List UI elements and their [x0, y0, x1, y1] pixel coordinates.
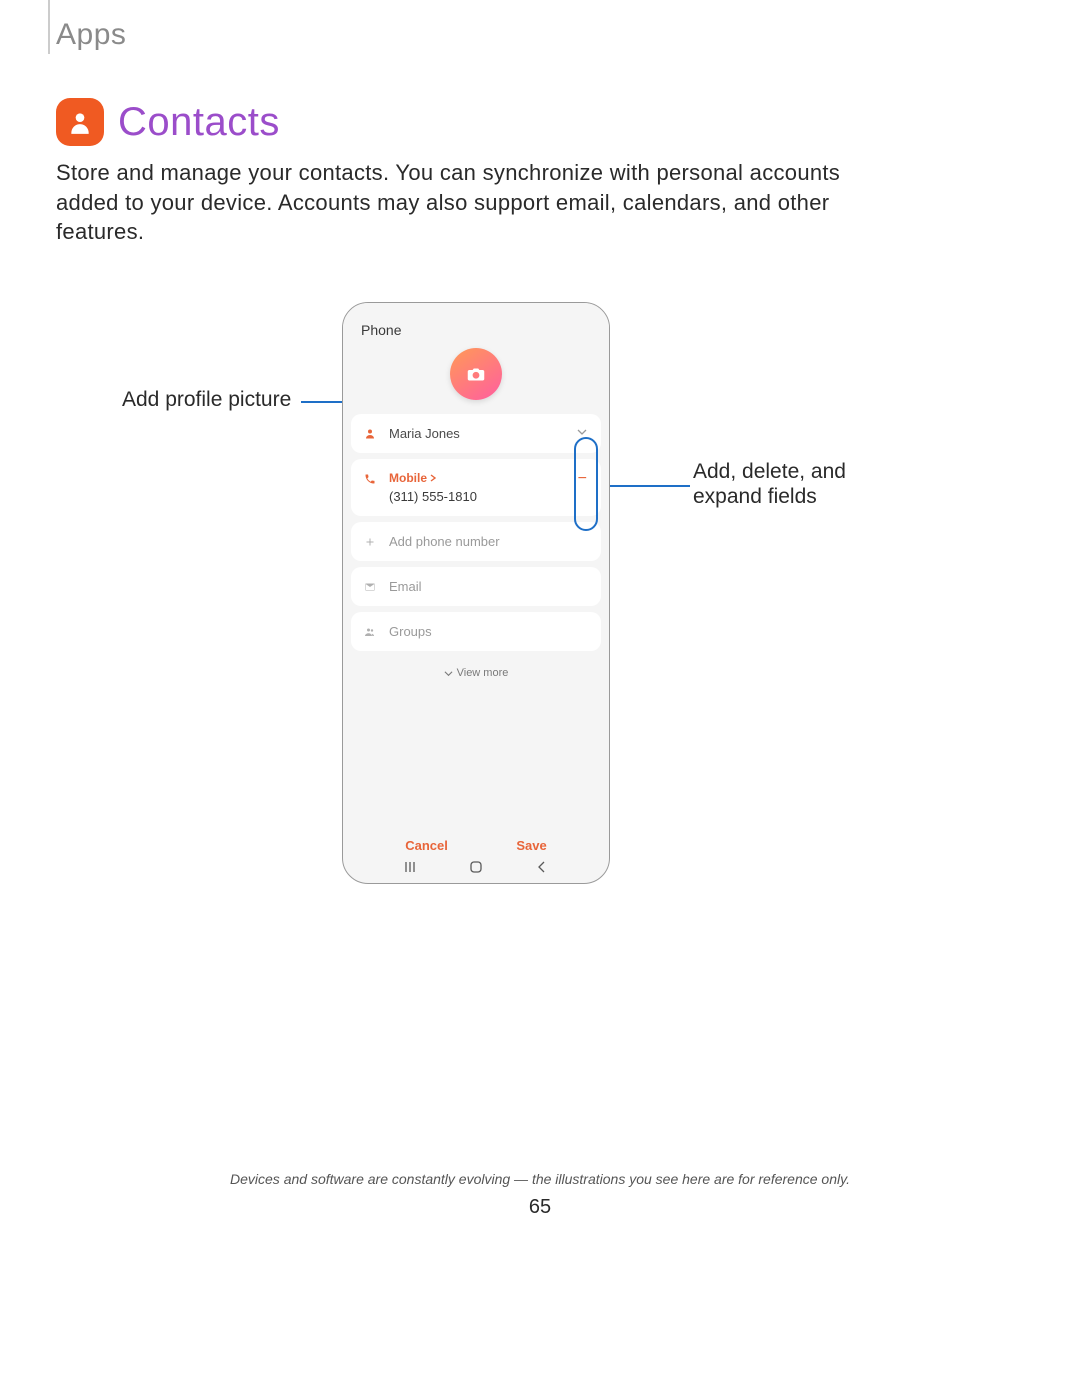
- groups-icon: [363, 624, 377, 638]
- add-phone-field[interactable]: Add phone number: [351, 522, 601, 561]
- phone-field[interactable]: Mobile (311) 555-1810 −: [351, 459, 601, 516]
- expand-controls-highlight: [574, 437, 598, 531]
- phone-type-label: Mobile: [389, 471, 427, 485]
- chevron-down-icon: [444, 669, 453, 678]
- android-navbar: [343, 860, 609, 877]
- recents-nav-icon[interactable]: [403, 860, 417, 877]
- callout-line-right: [598, 485, 690, 487]
- fields-list: Maria Jones Mobile (311) 555-1810 −: [343, 414, 609, 685]
- title-row: Contacts: [56, 98, 280, 146]
- view-more-label: View more: [457, 667, 509, 679]
- name-field[interactable]: Maria Jones: [351, 414, 601, 453]
- phone-type-selector[interactable]: Mobile: [389, 471, 566, 485]
- groups-field[interactable]: Groups: [351, 612, 601, 651]
- add-profile-picture-button[interactable]: [450, 348, 502, 400]
- header-divider: [48, 0, 50, 54]
- email-icon: [363, 579, 377, 593]
- add-phone-label: Add phone number: [389, 534, 589, 549]
- page-title: Contacts: [118, 100, 280, 145]
- email-field[interactable]: Email: [351, 567, 601, 606]
- chevron-right-icon: [430, 474, 436, 482]
- email-label: Email: [389, 579, 589, 594]
- groups-label: Groups: [389, 624, 589, 639]
- action-buttons: Cancel Save: [343, 838, 609, 853]
- storage-location-label[interactable]: Phone: [343, 303, 609, 346]
- plus-icon: [363, 534, 377, 548]
- cancel-button[interactable]: Cancel: [405, 838, 448, 853]
- footer-disclaimer: Devices and software are constantly evol…: [0, 1171, 1080, 1187]
- callout-add-profile-picture: Add profile picture: [122, 388, 291, 412]
- save-button[interactable]: Save: [516, 838, 546, 853]
- view-more-button[interactable]: View more: [351, 657, 601, 685]
- contacts-app-icon: [56, 98, 104, 146]
- phone-number-value: (311) 555-1810: [389, 489, 566, 504]
- section-label: Apps: [56, 18, 126, 52]
- phone-icon: [363, 471, 377, 485]
- camera-icon: [467, 367, 485, 382]
- avatar-row: [343, 346, 609, 414]
- phone-mockup: Phone Maria Jones Mobile: [342, 302, 610, 884]
- name-value: Maria Jones: [389, 426, 565, 441]
- callout-expand-fields: Add, delete, and expand fields: [693, 459, 893, 509]
- person-icon: [363, 426, 377, 440]
- home-nav-icon[interactable]: [469, 860, 483, 877]
- back-nav-icon[interactable]: [535, 860, 549, 877]
- page-number: 65: [0, 1196, 1080, 1219]
- intro-paragraph: Store and manage your contacts. You can …: [56, 158, 886, 247]
